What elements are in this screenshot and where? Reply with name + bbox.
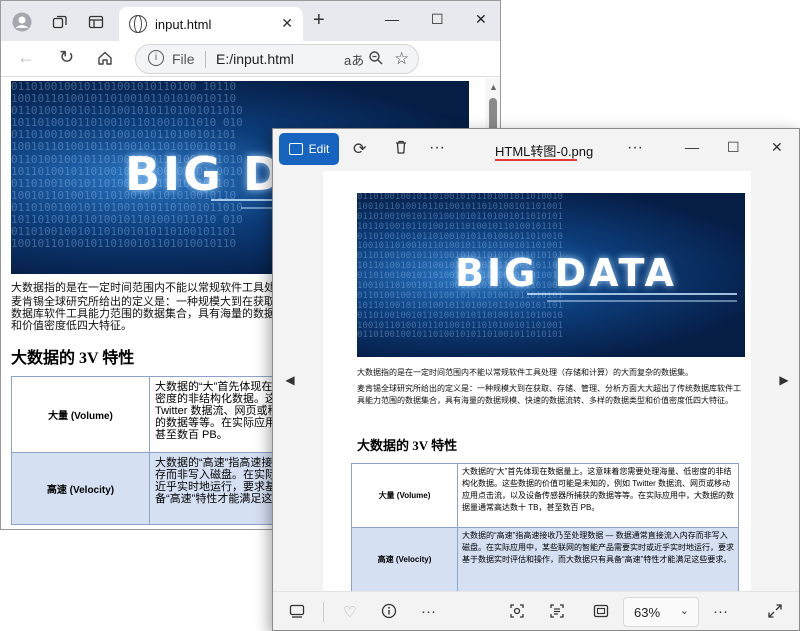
profile-icon[interactable] (9, 9, 35, 35)
zoom-level-dropdown[interactable]: 63% ⌄ (623, 597, 699, 627)
filmstrip-icon[interactable] (289, 603, 305, 623)
new-tab-button[interactable]: + (313, 9, 325, 32)
photo-image[interactable]: 01101001001011010010101101001011010010 1… (323, 171, 751, 591)
table-key-cell: 高速 (Velocity) (11, 452, 150, 525)
zoom-more-button[interactable]: ··· (713, 603, 728, 620)
close-tab-icon[interactable]: ✕ (281, 15, 293, 32)
url-text[interactable]: E:/input.html (216, 51, 294, 67)
chevron-down-icon: ⌄ (679, 605, 689, 617)
file-info-icon[interactable] (381, 603, 397, 623)
table-row: 高速 (Velocity) 大数据的“高速”指高速接收乃至处理数据 — 数据通常… (351, 527, 739, 591)
url-separator (205, 51, 206, 68)
rotate-icon[interactable]: ⟳ (353, 139, 366, 159)
photos-file-title: HTML转图-0.png (495, 144, 594, 159)
edit-button[interactable]: Edit (279, 133, 339, 165)
photos-maximize-button[interactable]: ☐ (727, 139, 740, 156)
workspaces-icon[interactable] (47, 9, 73, 35)
url-scheme-label: File (172, 51, 195, 67)
zoom-level-value: 63% (634, 605, 661, 620)
intro-paragraph: 大数据指的是在一定时间范围内不能以常规软件工具处理（存储和计算）的大而复杂的数据… (357, 368, 693, 377)
scan-text-icon[interactable] (549, 603, 565, 623)
3v-table: 大量 (Volume) 大数据的“大”首先体现在数据量上。这意味着您需要处理海量… (351, 463, 739, 591)
section-heading: 大数据的 3V 特性 (357, 438, 458, 453)
delete-icon[interactable] (393, 139, 409, 160)
fit-to-window-icon[interactable] (593, 603, 609, 623)
table-value-cell: 大数据的“高速”指高速接收乃至处理数据 — 数据通常直接流入内存而非写入磁盘。在… (457, 527, 739, 591)
title-underline (495, 159, 577, 161)
table-key-cell: 大量 (Volume) (351, 463, 458, 528)
photos-window: Edit ⟳ ··· HTML转图-0.png ··· — ☐ ✕ 011010… (272, 128, 800, 631)
browser-tab-bar: input.html ✕ + — ☐ ✕ (1, 1, 500, 41)
back-arrow-icon[interactable]: ← (17, 47, 35, 68)
table-key-cell: 高速 (Velocity) (351, 527, 458, 591)
section-heading: 大数据的 3V 特性 (11, 350, 135, 367)
visual-search-icon[interactable] (509, 603, 525, 623)
definition-paragraph: 麦肯锡全球研究所给出的定义是：一种规模大到在获取、存储、管理、分析方面大大超出了… (357, 384, 741, 405)
photo-canvas: 01101001001011010010101101001011010010 1… (273, 171, 799, 591)
photos-close-button[interactable]: ✕ (771, 139, 783, 156)
full-screen-icon[interactable] (767, 603, 783, 623)
browser-close-button[interactable]: ✕ (475, 11, 487, 28)
browser-maximize-button[interactable]: ☐ (431, 11, 444, 28)
table-key-cell: 大量 (Volume) (11, 376, 150, 453)
edit-image-icon (288, 143, 303, 155)
browser-minimize-button[interactable]: — (385, 11, 399, 27)
refresh-icon[interactable]: ↻ (59, 47, 74, 68)
home-icon[interactable] (97, 47, 113, 71)
banner-title: BIG DATA (455, 251, 677, 295)
photos-minimize-button[interactable]: — (685, 139, 699, 155)
favorite-heart-icon[interactable]: ♡ (343, 603, 356, 621)
zoom-icon[interactable] (368, 50, 384, 69)
browser-toolbar: ← ↻ i File E:/input.html aあ ☆ (1, 41, 500, 77)
big-data-banner: 01101001001011010010101101001011010010 1… (357, 193, 745, 357)
photos-bottom-toolbar: ♡ ··· 63% ⌄ ··· (273, 591, 799, 630)
favorite-star-icon[interactable]: ☆ (394, 49, 409, 69)
scroll-up-icon[interactable]: ▲ (489, 82, 498, 92)
toolbar-divider (323, 602, 324, 622)
previous-image-button[interactable]: ◀ (281, 365, 299, 395)
more-options-button[interactable]: ··· (429, 139, 445, 157)
next-image-button[interactable]: ▶ (775, 365, 793, 395)
title-more-button[interactable]: ··· (627, 139, 643, 157)
read-aloud-icon[interactable]: aあ (344, 50, 364, 69)
info-icon[interactable]: i (148, 50, 164, 66)
browser-tab-title: input.html (155, 16, 212, 32)
globe-icon (129, 15, 147, 33)
table-row: 大量 (Volume) 大数据的“大”首先体现在数据量上。这意味着您需要处理海量… (351, 463, 739, 528)
tab-actions-icon[interactable] (83, 9, 109, 35)
table-value-cell: 大数据的“大”首先体现在数据量上。这意味着您需要处理海量、低密度的非结构化数据。… (457, 463, 739, 528)
bottom-more-button[interactable]: ··· (421, 603, 436, 620)
edit-button-label: Edit (308, 142, 330, 156)
address-bar[interactable]: i File E:/input.html aあ ☆ (135, 44, 419, 74)
browser-tab-active[interactable]: input.html ✕ (119, 7, 303, 41)
photos-title-bar: Edit ⟳ ··· HTML转图-0.png ··· — ☐ ✕ (273, 129, 799, 171)
